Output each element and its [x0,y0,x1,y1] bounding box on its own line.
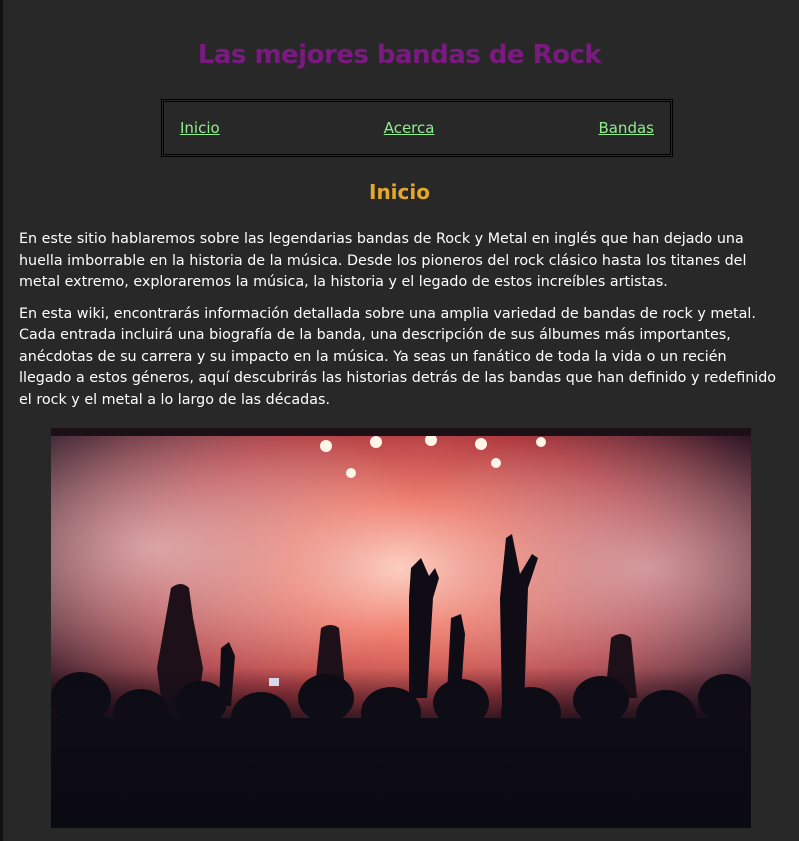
main-content: En este sitio hablaremos sobre las legen… [19,229,781,421]
concert-image [51,428,751,828]
nav-link-acerca[interactable]: Acerca [384,119,435,137]
section-title: Inicio [369,180,430,204]
site-title: Las mejores bandas de Rock [197,40,602,70]
main-nav: Inicio Acerca Bandas [161,99,673,157]
nav-link-bandas[interactable]: Bandas [598,119,654,137]
intro-paragraph: En este sitio hablaremos sobre las legen… [19,231,747,290]
nav-link-inicio[interactable]: Inicio [180,119,220,137]
wiki-paragraph: En esta wiki, encontrarás información de… [19,305,777,408]
